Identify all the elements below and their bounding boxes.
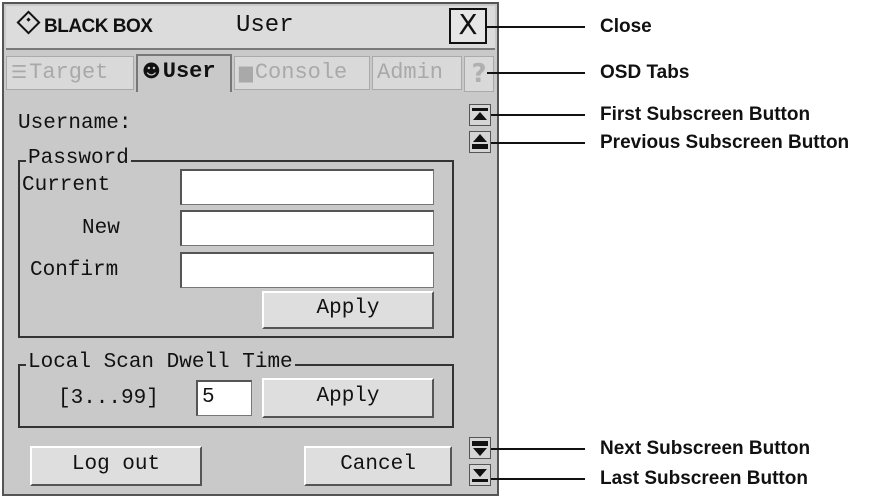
logout-button[interactable]: Log out	[30, 446, 202, 486]
last-callout-line	[491, 478, 585, 480]
new-password-label: New	[82, 217, 120, 240]
tab-label: Admin	[377, 60, 444, 85]
previous-subscreen-icon	[472, 134, 488, 149]
username-label: Username:	[18, 112, 132, 135]
logo-text: BLACK BOX	[44, 16, 153, 37]
first-subscreen-button[interactable]	[469, 104, 491, 126]
next-callout-line	[491, 448, 585, 450]
user-head-icon: ☻	[142, 61, 161, 82]
password-legend: Password	[26, 147, 131, 170]
window-title: User	[236, 12, 294, 39]
next-subscreen-button[interactable]	[469, 437, 491, 459]
last-subscreen-icon	[472, 469, 488, 482]
tab-user[interactable]: ☻User	[136, 54, 232, 92]
tab-label: User	[162, 59, 216, 84]
confirm-password-label: Confirm	[30, 259, 119, 282]
help-question-icon: ?	[471, 59, 487, 89]
osd-tabs-callout-label: OSD Tabs	[600, 62, 690, 83]
scan-range-label: [3...99]	[58, 387, 159, 410]
tab-console[interactable]: ▆Console	[234, 56, 370, 90]
current-password-field[interactable]	[180, 169, 434, 205]
close-icon: X	[458, 8, 478, 41]
previous-callout-label: Previous Subscreen Button	[600, 132, 850, 153]
close-callout-line	[487, 26, 585, 28]
close-button[interactable]: X	[449, 8, 487, 44]
scan-dwell-input[interactable]: 5	[196, 380, 252, 416]
first-callout-line	[491, 114, 585, 116]
previous-subscreen-button[interactable]	[469, 131, 491, 153]
first-subscreen-icon	[472, 108, 488, 120]
cancel-button[interactable]: Cancel	[304, 446, 452, 486]
tab-label: Target	[29, 60, 109, 85]
osd-tabs: ☰Target ☻User ▆Console Admin ?	[6, 54, 495, 92]
console-monitor-icon: ▆	[239, 62, 253, 83]
scan-dwell-legend: Local Scan Dwell Time	[26, 351, 295, 374]
first-callout-label: First Subscreen Button	[600, 104, 811, 125]
password-apply-button[interactable]: Apply	[262, 291, 434, 329]
new-password-field[interactable]	[180, 210, 434, 246]
confirm-password-field[interactable]	[180, 252, 434, 288]
next-subscreen-icon	[472, 441, 488, 456]
tab-target[interactable]: ☰Target	[6, 56, 134, 90]
previous-callout-line	[491, 142, 585, 144]
tab-label: Console	[254, 60, 348, 85]
blackbox-logo: BLACK BOX	[16, 10, 153, 38]
current-password-label: Current	[22, 174, 111, 197]
osd-tabs-callout-line	[487, 72, 585, 74]
last-subscreen-button[interactable]	[469, 464, 491, 486]
scan-apply-button[interactable]: Apply	[262, 378, 434, 418]
logo-diamond-icon	[16, 10, 41, 35]
tab-admin[interactable]: Admin	[372, 56, 462, 90]
close-callout-label: Close	[600, 16, 652, 37]
target-list-icon: ☰	[11, 62, 28, 83]
help-tab[interactable]: ?	[464, 56, 494, 92]
last-callout-label: Last Subscreen Button	[600, 468, 808, 489]
next-callout-label: Next Subscreen Button	[600, 438, 811, 459]
